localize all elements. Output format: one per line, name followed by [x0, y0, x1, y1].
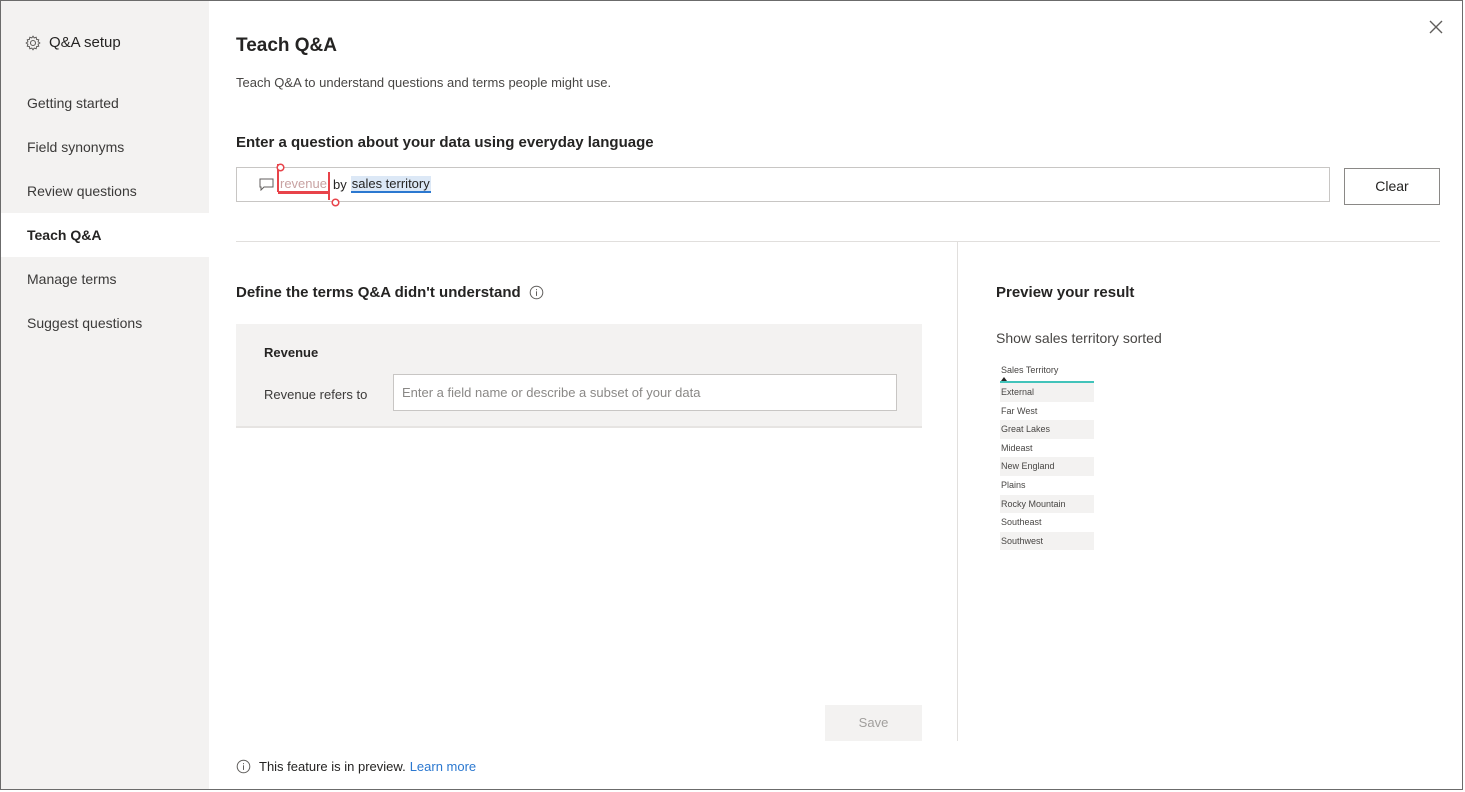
term-definition-input[interactable]: [393, 374, 897, 411]
term-definition-card: Revenue Revenue refers to: [236, 324, 922, 428]
gear-icon: [25, 34, 41, 51]
sidebar-item-manage-terms[interactable]: Manage terms: [1, 257, 209, 301]
sidebar-item-review-questions[interactable]: Review questions: [1, 169, 209, 213]
table-row: External: [1000, 383, 1094, 402]
unrecognized-term[interactable]: revenue: [277, 163, 330, 200]
define-terms-title: Define the terms Q&A didn't understand: [236, 284, 521, 301]
sidebar: Q&A setup Getting started Field synonyms…: [1, 1, 209, 789]
divider-horizontal: [236, 241, 1440, 242]
sidebar-nav: Getting started Field synonyms Review qu…: [1, 81, 209, 345]
selection-handle-start[interactable]: [276, 163, 285, 172]
table-row: Southwest: [1000, 531, 1094, 551]
preview-table-header[interactable]: Sales Territory: [1000, 361, 1094, 383]
sidebar-title: Q&A setup: [49, 34, 121, 51]
sidebar-item-getting-started[interactable]: Getting started: [1, 81, 209, 125]
table-row: Far West: [1001, 405, 1038, 416]
qa-setup-dialog: Q&A setup Getting started Field synonyms…: [0, 0, 1463, 790]
question-connector: by: [332, 177, 347, 192]
selection-handle-end[interactable]: [331, 198, 340, 207]
page-subtitle: Teach Q&A to understand questions and te…: [236, 75, 612, 90]
sidebar-item-teach-qa[interactable]: Teach Q&A: [1, 213, 209, 257]
table-row: Mideast: [1001, 442, 1033, 453]
sidebar-item-suggest-questions[interactable]: Suggest questions: [1, 301, 209, 345]
preview-caption: Show sales territory sorted: [996, 330, 1162, 346]
divider-vertical: [957, 242, 958, 741]
sidebar-header: Q&A setup: [25, 34, 121, 51]
term-refers-label: Revenue refers to: [264, 387, 368, 402]
table-row: Great Lakes: [1000, 420, 1094, 439]
question-label: Enter a question about your data using e…: [236, 134, 654, 151]
table-row: New England: [1000, 457, 1094, 476]
close-icon: [1429, 20, 1443, 34]
close-button[interactable]: [1424, 15, 1448, 39]
sidebar-item-field-synonyms[interactable]: Field synonyms: [1, 125, 209, 169]
sort-ascending-icon: [1001, 377, 1007, 381]
page-title: Teach Q&A: [236, 35, 338, 56]
speech-bubble-icon: [259, 178, 274, 191]
info-icon: [236, 759, 251, 774]
preview-notice: This feature is in preview. Learn more: [236, 759, 476, 774]
term-name: Revenue: [264, 345, 319, 360]
save-button[interactable]: Save: [825, 705, 922, 741]
learn-more-link[interactable]: Learn more: [410, 759, 476, 774]
preview-table-header-label: Sales Territory: [1001, 365, 1059, 375]
preview-table-body: External Far West Great Lakes Mideast Ne…: [1000, 383, 1094, 551]
info-icon[interactable]: [529, 285, 544, 300]
table-row: Plains: [1001, 479, 1026, 490]
preview-title: Preview your result: [996, 284, 1135, 301]
recognized-term[interactable]: sales territory: [350, 176, 431, 193]
question-input[interactable]: revenue by sales territory: [236, 163, 1330, 202]
table-row: Rocky Mountain: [1000, 494, 1094, 514]
define-terms-heading: Define the terms Q&A didn't understand: [236, 284, 544, 301]
preview-table: Sales Territory External Far West Great …: [1000, 361, 1094, 551]
preview-notice-text: This feature is in preview.: [259, 759, 406, 774]
table-row: Southeast: [1001, 517, 1042, 528]
clear-button[interactable]: Clear: [1344, 168, 1440, 205]
